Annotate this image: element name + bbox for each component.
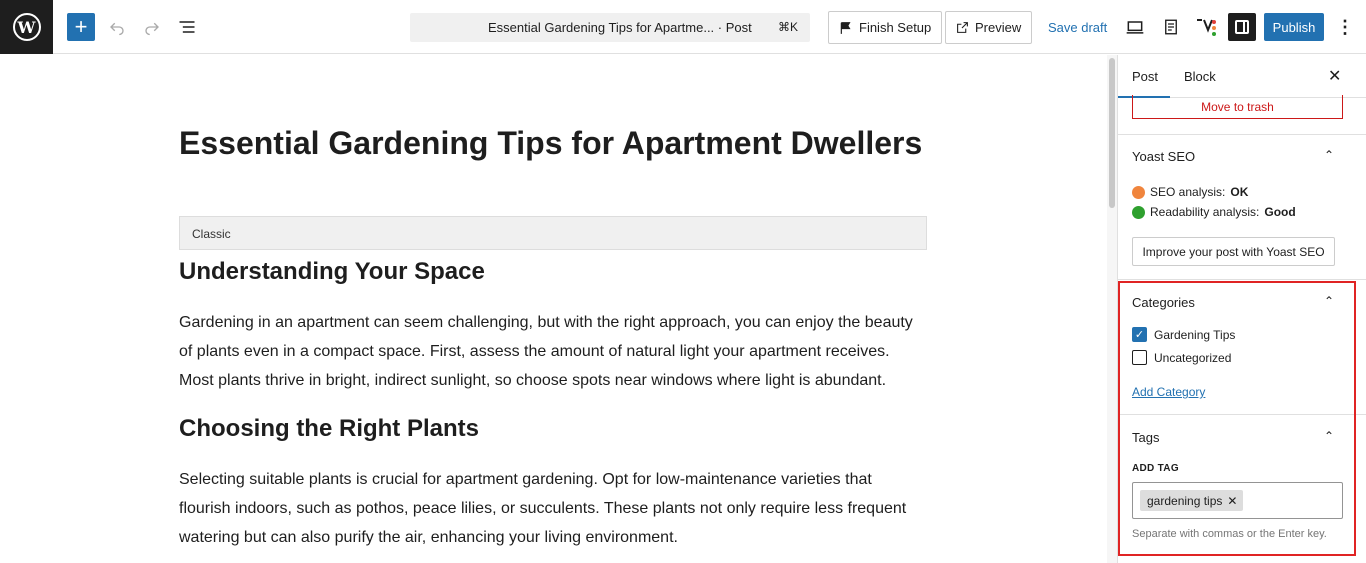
tag-input[interactable]: gardening tips ✕ (1132, 482, 1343, 519)
checkbox-checked[interactable]: ✓ (1132, 327, 1147, 342)
editor-scrollbar[interactable] (1107, 55, 1117, 563)
external-link-icon (957, 22, 968, 33)
finish-setup-label: Finish Setup (859, 20, 932, 35)
plus-icon: + (74, 14, 88, 39)
chevron-up-icon[interactable]: ⌃ (1324, 294, 1334, 308)
list-view-icon (179, 21, 195, 33)
readability-analysis-value: Good (1264, 205, 1296, 219)
tag-chip-label: gardening tips (1147, 493, 1223, 508)
tags-panel-title[interactable]: Tags (1132, 430, 1159, 445)
document-icon (1165, 19, 1177, 35)
add-category-link[interactable]: Add Category (1132, 385, 1205, 399)
yoast-panel-title[interactable]: Yoast SEO (1132, 149, 1195, 164)
document-button[interactable] (1157, 13, 1185, 41)
redo-button[interactable] (138, 13, 166, 41)
save-draft-button[interactable]: Save draft (1048, 20, 1107, 35)
chevron-up-icon[interactable]: ⌃ (1324, 429, 1334, 443)
publish-button[interactable]: Publish (1264, 13, 1324, 41)
improve-yoast-button[interactable]: Improve your post with Yoast SEO (1132, 237, 1335, 266)
editor-canvas: Essential Gardening Tips for Apartment D… (0, 55, 1107, 563)
category-uncategorized[interactable]: Uncategorized (1132, 350, 1231, 365)
redo-icon (145, 22, 159, 36)
undo-button[interactable] (103, 13, 131, 41)
chevron-up-icon[interactable]: ⌃ (1324, 148, 1334, 162)
seo-analysis-value: OK (1230, 185, 1249, 199)
sidebar-icon (1235, 20, 1249, 34)
preview-label: Preview (975, 20, 1022, 35)
divider (1118, 414, 1366, 415)
seo-status-face-icon (1132, 185, 1145, 199)
close-sidebar-icon[interactable]: ✕ (1328, 66, 1341, 86)
desktop-icon (1126, 21, 1144, 34)
paragraph-1[interactable]: Gardening in an apartment can seem chall… (179, 308, 924, 395)
remove-tag-icon[interactable]: ✕ (1227, 494, 1237, 508)
device-preview-button[interactable] (1121, 13, 1149, 41)
flag-icon (840, 21, 851, 34)
paragraph-2[interactable]: Selecting suitable plants is crucial for… (179, 465, 924, 552)
seo-analysis: SEO analysis: OK (1132, 185, 1248, 199)
wordpress-logo-button[interactable]: W (0, 0, 53, 54)
category-label: Uncategorized (1154, 350, 1232, 365)
settings-sidebar-toggle[interactable] (1228, 13, 1256, 41)
undo-icon (110, 22, 124, 36)
vertical-ellipsis-icon: ⋮ (1336, 16, 1354, 37)
document-overview-button[interactable] (173, 13, 201, 41)
document-title: Essential Gardening Tips for Apartme... … (488, 20, 752, 35)
divider (1118, 134, 1366, 135)
sidebar-tabs: Post Block ✕ (1118, 55, 1366, 98)
options-menu-button[interactable]: ⋮ (1331, 13, 1359, 41)
yoast-button[interactable] (1192, 13, 1220, 41)
categories-panel-title[interactable]: Categories (1132, 295, 1195, 310)
tab-block[interactable]: Block (1184, 69, 1216, 84)
category-gardening-tips[interactable]: ✓ Gardening Tips (1132, 327, 1235, 342)
tag-chip: gardening tips ✕ (1140, 490, 1244, 511)
checkbox-unchecked[interactable] (1132, 350, 1147, 365)
tags-help-text: Separate with commas or the Enter key. (1132, 528, 1327, 540)
category-label: Gardening Tips (1154, 327, 1236, 342)
scrollbar-thumb[interactable] (1109, 58, 1115, 208)
tab-post[interactable]: Post (1118, 69, 1171, 98)
yoast-icon (1197, 19, 1216, 36)
add-tag-label: ADD TAG (1132, 463, 1179, 474)
classic-block-toolbar[interactable]: Classic (179, 216, 927, 250)
readability-analysis-label: Readability analysis: (1150, 205, 1260, 219)
finish-setup-button[interactable]: Finish Setup (828, 11, 943, 44)
settings-sidebar: Post Block ✕ Move to trash Yoast SEO ⌃ S… (1117, 55, 1366, 563)
add-block-button[interactable]: + (67, 13, 95, 41)
heading-choosing-plants[interactable]: Choosing the Right Plants (179, 415, 479, 443)
preview-button[interactable]: Preview (945, 11, 1033, 44)
command-shortcut: ⌘K (777, 20, 798, 34)
post-title[interactable]: Essential Gardening Tips for Apartment D… (179, 125, 922, 162)
readability-analysis: Readability analysis: Good (1132, 205, 1296, 219)
command-palette-bar[interactable]: Essential Gardening Tips for Apartme... … (410, 13, 810, 42)
move-to-trash-button[interactable]: Move to trash (1132, 95, 1343, 119)
seo-analysis-label: SEO analysis: (1150, 185, 1226, 199)
wordpress-icon: W (12, 13, 41, 41)
divider (1118, 279, 1366, 280)
editor-toolbar: W + Essential Gardening Tips for Apartme… (0, 0, 1366, 54)
readability-status-face-icon (1132, 205, 1145, 219)
heading-understanding-space[interactable]: Understanding Your Space (179, 258, 485, 286)
